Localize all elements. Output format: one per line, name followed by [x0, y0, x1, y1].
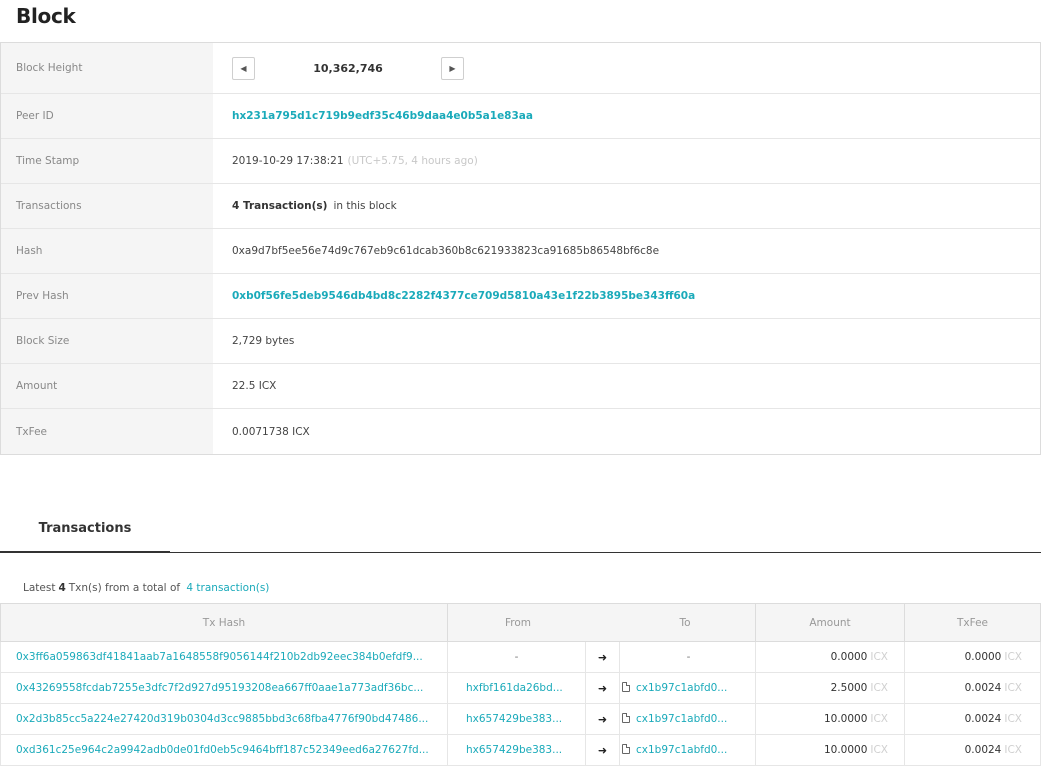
header-tx-hash: Tx Hash [0, 603, 448, 642]
timestamp-relative: (UTC+5.75, 4 hours ago) [347, 155, 478, 167]
summary-total-link[interactable]: 4 transaction(s) [186, 582, 269, 594]
tx-fee-unit: ICX [1004, 713, 1022, 725]
timestamp-label: Time Stamp [1, 139, 213, 183]
tx-to-value: - [686, 651, 691, 663]
timestamp-value: 2019-10-29 17:38:21 [232, 155, 344, 167]
tx-from-value: - [514, 651, 519, 663]
tx-amount-unit: ICX [870, 713, 888, 725]
tx-fee-value: 0.0024 [964, 744, 1002, 756]
summary-prefix: Latest [23, 582, 56, 594]
tx-from-link[interactable]: hxfbf161da26bd... [466, 682, 563, 694]
header-to: To [679, 616, 691, 629]
tx-amount-value: 10.0000 [823, 713, 868, 725]
txfee-value: 0.0071738 ICX [232, 425, 310, 438]
amount-value: 22.5 ICX [232, 380, 277, 392]
tx-amount-unit: ICX [870, 682, 888, 694]
hash-value: 0xa9d7bf5ee56e74d9c767eb9c61dcab360b8c62… [232, 245, 660, 257]
tx-hash-link[interactable]: 0x43269558fcdab7255e3dfc7f2d927d95193208… [16, 682, 423, 694]
prev-block-button[interactable]: ◀ [232, 56, 255, 80]
tx-fee-value: 0.0000 [964, 651, 1002, 663]
tx-fee-unit: ICX [1004, 682, 1022, 694]
document-icon [622, 744, 630, 754]
amount-row: Amount 22.5 ICX [1, 364, 1040, 409]
arrow-right-icon: ➜ [597, 712, 608, 726]
arrow-right-icon: ➜ [597, 743, 608, 757]
tx-from-link[interactable]: hx657429be383... [466, 744, 562, 756]
transactions-summary: Latest 4 Txn(s) from a total of 4 transact… [23, 582, 269, 594]
table-row: 0x43269558fcdab7255e3dfc7f2d927d95193208… [0, 672, 1041, 704]
tx-amount-value: 10.0000 [823, 744, 868, 756]
prev-hash-row: Prev Hash 0xb0f56fe5deb9546db4bd8c2282f4… [1, 274, 1040, 319]
tx-to-link[interactable]: cx1b97c1abfd0... [636, 713, 727, 725]
table-row: 0xd361c25e964c2a9942adb0de01fd0eb5c9464b… [0, 734, 1041, 766]
txfee-label: TxFee [1, 409, 213, 454]
block-height-value: 10,362,746 [313, 61, 383, 75]
tx-amount-unit: ICX [870, 651, 888, 663]
summary-count: 4 [58, 582, 66, 594]
page-title: Block [16, 4, 76, 28]
block-size-value: 2,729 bytes [232, 335, 295, 347]
tx-to-link[interactable]: cx1b97c1abfd0... [636, 682, 727, 694]
summary-middle: Txn(s) from a total of [68, 582, 181, 594]
tx-to-link[interactable]: cx1b97c1abfd0... [636, 744, 727, 756]
amount-label: Amount [1, 364, 213, 408]
tx-fee-unit: ICX [1004, 744, 1022, 756]
document-icon [622, 682, 630, 692]
block-info-table: Block Height ◀ 10,362,746 ▶ Peer ID hx23… [0, 42, 1041, 455]
hash-row: Hash 0xa9d7bf5ee56e74d9c767eb9c61dcab360… [1, 229, 1040, 274]
triangle-right-icon: ▶ [449, 63, 456, 73]
block-size-row: Block Size 2,729 bytes [1, 319, 1040, 364]
header-from-to: From To [447, 603, 756, 642]
triangle-left-icon: ◀ [240, 63, 247, 73]
transactions-label: Transactions [1, 184, 213, 228]
peer-id-row: Peer ID hx231a795d1c719b9edf35c46b9daa4e… [1, 94, 1040, 139]
document-icon [622, 713, 630, 723]
tx-fee-value: 0.0024 [964, 713, 1002, 725]
tx-hash-link[interactable]: 0x3ff6a059863df41841aab7a1648558f9056144… [16, 651, 423, 663]
tab-bar: Transactions [0, 505, 1041, 553]
arrow-right-icon: ➜ [597, 650, 608, 664]
tx-hash-link[interactable]: 0xd361c25e964c2a9942adb0de01fd0eb5c9464b… [16, 744, 429, 756]
tx-amount-unit: ICX [870, 744, 888, 756]
next-block-button[interactable]: ▶ [441, 56, 464, 80]
tx-fee-value: 0.0024 [964, 682, 1002, 694]
header-amount: Amount [755, 603, 905, 642]
timestamp-row: Time Stamp 2019-10-29 17:38:21 (UTC+5.75… [1, 139, 1040, 184]
hash-label: Hash [1, 229, 213, 273]
header-from: From [504, 616, 531, 629]
tx-hash-link[interactable]: 0x2d3b85cc5a224e27420d319b0304d3cc9885bb… [16, 713, 428, 725]
table-header-row: Tx Hash From To Amount TxFee [0, 603, 1041, 642]
tx-from-link[interactable]: hx657429be383... [466, 713, 562, 725]
block-height-row: Block Height ◀ 10,362,746 ▶ [1, 43, 1040, 94]
tx-amount-value: 2.5000 [830, 682, 868, 694]
tab-transactions[interactable]: Transactions [0, 505, 170, 553]
prev-hash-link[interactable]: 0xb0f56fe5deb9546db4bd8c2282f4377ce709d5… [232, 290, 695, 302]
peer-id-label: Peer ID [1, 94, 213, 138]
table-row: 0x2d3b85cc5a224e27420d319b0304d3cc9885bb… [0, 703, 1041, 735]
transactions-row: Transactions 4 Transaction(s) in this bl… [1, 184, 1040, 229]
block-height-controls: ◀ 10,362,746 ▶ [213, 43, 1040, 93]
block-height-label: Block Height [1, 43, 213, 93]
transactions-count: 4 Transaction(s) [232, 200, 328, 212]
prev-hash-label: Prev Hash [1, 274, 213, 318]
arrow-right-icon: ➜ [597, 681, 608, 695]
transactions-table: Tx Hash From To Amount TxFee 0x3ff6a0598… [0, 603, 1041, 766]
tx-amount-value: 0.0000 [830, 651, 868, 663]
peer-id-link[interactable]: hx231a795d1c719b9edf35c46b9daa4e0b5a1e83… [232, 110, 533, 122]
tx-fee-unit: ICX [1004, 651, 1022, 663]
transactions-suffix: in this block [333, 200, 397, 212]
block-size-label: Block Size [1, 319, 213, 363]
header-txfee: TxFee [904, 603, 1041, 642]
txfee-row: TxFee 0.0071738 ICX [1, 409, 1040, 454]
table-row: 0x3ff6a059863df41841aab7a1648558f9056144… [0, 641, 1041, 673]
